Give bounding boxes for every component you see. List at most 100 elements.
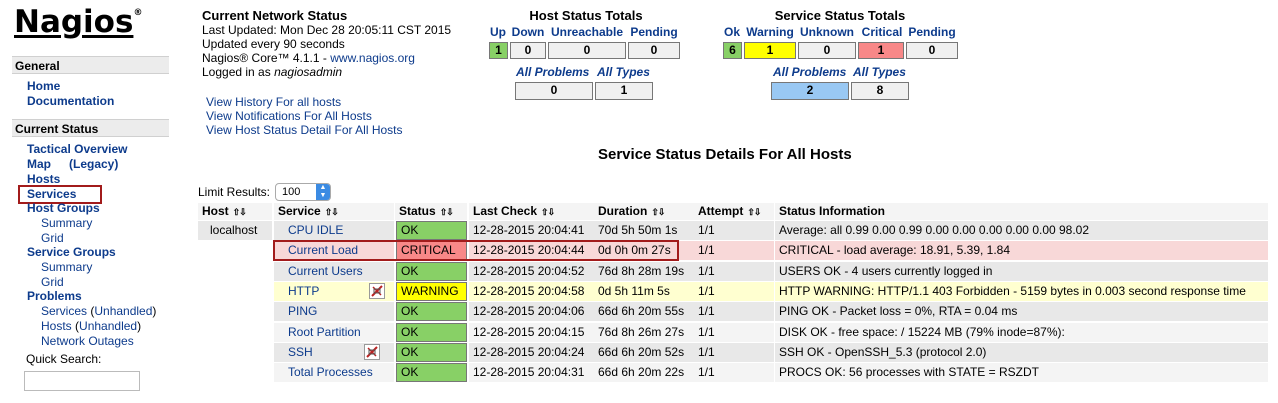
nav-service-groups-summary[interactable]: Summary (41, 260, 92, 274)
nav-problems-hosts-unhandled[interactable]: Unhandled (79, 319, 137, 333)
col-header-status-information: Status Information (775, 203, 1268, 220)
nav-services[interactable]: Services (27, 187, 76, 201)
view-host-status-link[interactable]: View Host Status Detail For All Hosts (206, 123, 403, 137)
nav-host-groups[interactable]: Host Groups (27, 201, 100, 215)
col-header-host[interactable]: Host ⇧⇩ (198, 203, 272, 220)
sort-arrows-icon[interactable]: ⇧⇩ (233, 207, 247, 217)
service-link[interactable]: Root Partition (278, 325, 361, 339)
svc-ok-count[interactable]: 6 (723, 42, 742, 59)
svc-critical-header[interactable]: Critical (858, 25, 906, 39)
duration-cell: 66d 6h 20m 52s (594, 343, 694, 362)
svc-unknown-count[interactable]: 0 (798, 42, 856, 59)
nav-network-outages[interactable]: Network Outages (41, 334, 134, 348)
nav-host-groups-summary[interactable]: Summary (41, 216, 92, 230)
general-heading: General (12, 56, 169, 74)
nagios-website-link[interactable]: www.nagios.org (330, 51, 415, 65)
host-cell: localhost (198, 221, 272, 240)
duration-cell: 0d 5h 11m 5s (594, 282, 694, 301)
host-unreachable-header[interactable]: Unreachable (548, 25, 626, 39)
host-up-header[interactable]: Up (488, 25, 508, 39)
nav-host-groups-grid[interactable]: Grid (41, 231, 64, 245)
svc-pending-count[interactable]: 0 (906, 42, 958, 59)
host-down-header[interactable]: Down (510, 25, 546, 39)
close-paren: ) (137, 319, 142, 333)
nagios-logo[interactable]: Nagios® (14, 4, 142, 40)
svc-warning-count[interactable]: 1 (744, 42, 796, 59)
svc-warning-header[interactable]: Warning (744, 25, 796, 39)
host-all-problems-count[interactable]: 0 (515, 82, 593, 100)
flapping-disabled-icon[interactable] (364, 344, 380, 360)
host-pending-count[interactable]: 0 (628, 42, 680, 59)
svc-all-problems-header[interactable]: All Problems (773, 65, 846, 79)
host-all-types-header[interactable]: All Types (597, 65, 650, 79)
host-cell (198, 262, 272, 281)
service-link[interactable]: PING (278, 304, 317, 318)
flapping-disabled-icon[interactable] (369, 283, 385, 299)
quick-search-input[interactable] (24, 371, 140, 391)
duration-cell: 70d 5h 50m 1s (594, 221, 694, 240)
service-link[interactable]: HTTP (278, 284, 319, 298)
nav-service-groups-grid[interactable]: Grid (41, 275, 64, 289)
service-link[interactable]: CPU IDLE (278, 223, 343, 237)
svc-all-types-count[interactable]: 8 (851, 82, 909, 100)
col-header-status[interactable]: Status ⇧⇩ (395, 203, 467, 220)
svc-unknown-header[interactable]: Unknown (798, 25, 856, 39)
view-links: View History For all hosts View Notifica… (206, 95, 403, 137)
col-header-duration[interactable]: Duration ⇧⇩ (594, 203, 694, 220)
info-cell: USERS OK - 4 users currently logged in (775, 262, 1268, 281)
svc-critical-count[interactable]: 1 (858, 42, 904, 59)
host-up-count[interactable]: 1 (489, 42, 508, 59)
attempt-cell: 1/1 (694, 302, 774, 321)
sort-arrows-icon[interactable]: ⇧⇩ (440, 207, 454, 217)
nav-map[interactable]: Map (27, 157, 51, 171)
svc-pending-header[interactable]: Pending (906, 25, 958, 39)
svc-ok-header[interactable]: Ok (722, 25, 742, 39)
host-down-count[interactable]: 0 (510, 42, 546, 59)
col-header-host-text: Host (202, 204, 229, 218)
host-pending-header[interactable]: Pending (628, 25, 680, 39)
nav-documentation[interactable]: Documentation (27, 94, 114, 108)
attempt-cell: 1/1 (694, 343, 774, 362)
nav-problems-services-unhandled[interactable]: Unhandled (94, 304, 152, 318)
service-link[interactable]: Total Processes (278, 365, 373, 379)
last-check-cell: 12-28-2015 20:04:52 (469, 262, 594, 281)
current-load-highlight-box (273, 240, 679, 261)
nav-service-groups[interactable]: Service Groups (27, 245, 116, 259)
limit-results-select[interactable]: 100 ▲ ▼ (275, 183, 331, 201)
nav-hosts[interactable]: Hosts (27, 172, 60, 186)
service-link[interactable]: Current Users (278, 264, 363, 278)
col-header-last-check[interactable]: Last Check ⇧⇩ (469, 203, 594, 220)
logo-text: Nagios (14, 4, 134, 40)
attempt-cell: 1/1 (694, 221, 774, 240)
sort-arrows-icon[interactable]: ⇧⇩ (325, 207, 339, 217)
host-cell (198, 343, 272, 362)
view-history-link[interactable]: View History For all hosts (206, 95, 403, 109)
host-link[interactable]: localhost (202, 223, 257, 237)
svc-all-types-header[interactable]: All Types (853, 65, 906, 79)
view-notifications-link[interactable]: View Notifications For All Hosts (206, 109, 403, 123)
sort-arrows-icon[interactable]: ⇧⇩ (541, 207, 555, 217)
sort-arrows-icon[interactable]: ⇧⇩ (747, 207, 761, 217)
nav-map-legacy[interactable]: (Legacy) (69, 157, 118, 171)
core-version-text: Nagios® Core™ 4.1.1 - (202, 51, 331, 65)
host-unreachable-count[interactable]: 0 (548, 42, 626, 59)
col-header-attempt[interactable]: Attempt ⇧⇩ (694, 203, 774, 220)
logged-in: Logged in as nagiosadmin (202, 65, 451, 79)
nav-tactical-overview[interactable]: Tactical Overview (27, 142, 128, 156)
sort-arrows-icon[interactable]: ⇧⇩ (651, 207, 665, 217)
nav-home[interactable]: Home (27, 79, 60, 93)
host-all-problems-header[interactable]: All Problems (516, 65, 589, 79)
status-badge: WARNING (396, 282, 467, 301)
nav-problems-hosts[interactable]: Hosts (41, 319, 72, 333)
service-link[interactable]: SSH (278, 345, 313, 359)
info-cell: SSH OK - OpenSSH_5.3 (protocol 2.0) (775, 343, 1268, 362)
svc-all-problems-count[interactable]: 2 (771, 82, 849, 100)
nav-problems-services[interactable]: Services (41, 304, 87, 318)
duration-cell: 76d 8h 26m 27s (594, 323, 694, 342)
last-check-cell: 12-28-2015 20:04:58 (469, 282, 594, 301)
host-cell (198, 323, 272, 342)
col-header-service[interactable]: Service ⇧⇩ (274, 203, 394, 220)
nav-problems[interactable]: Problems (27, 289, 82, 303)
nav-problems-services-group: Services (Unhandled) (41, 304, 156, 318)
host-all-types-count[interactable]: 1 (595, 82, 653, 100)
